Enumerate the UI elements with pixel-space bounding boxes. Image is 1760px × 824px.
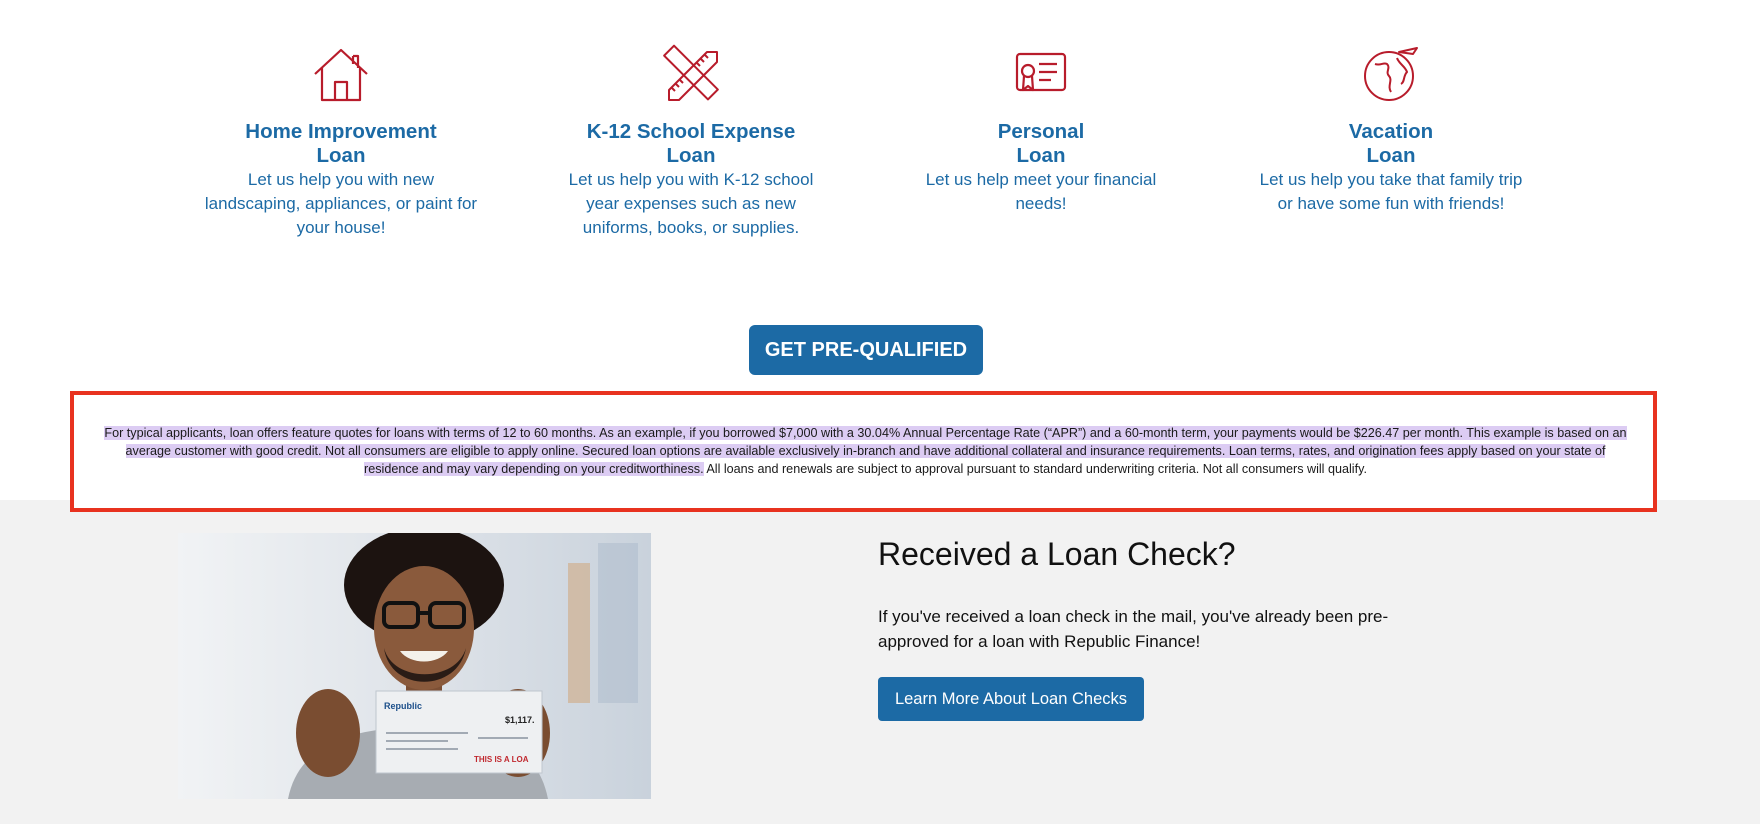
loan-title: Home Improvement Loan (245, 120, 437, 167)
check-amount: $1,117. (505, 715, 535, 725)
loan-description: Let us help you with K-12 school year ex… (568, 170, 814, 237)
loan-title: K-12 School Expense Loan (586, 120, 796, 167)
loan-card-home-improvement[interactable]: Home Improvement Loan Let us help you wi… (191, 44, 491, 240)
loan-check-image: Republic $1,117. THIS IS A LOA (375, 690, 543, 774)
loan-card-vacation[interactable]: Vacation Loan Let us help you take that … (1241, 44, 1541, 216)
pencil-ruler-icon (663, 44, 719, 101)
loan-card-school-expense[interactable]: K-12 School Expense Loan Let us help you… (541, 44, 841, 240)
loan-check-photo: Republic $1,117. THIS IS A LOA (178, 533, 651, 799)
get-pre-qualified-button[interactable]: GET PRE-QUALIFIED (749, 325, 983, 375)
loan-check-title: Received a Loan Check? (878, 536, 1236, 572)
loan-title: Vacation Loan (1348, 120, 1434, 167)
house-icon (314, 48, 368, 102)
learn-more-loan-checks-button[interactable]: Learn More About Loan Checks (878, 677, 1144, 721)
disclaimer-text: For typical applicants, loan offers feat… (104, 424, 1627, 478)
loan-products: Home Improvement Loan Let us help you wi… (0, 0, 1760, 280)
loan-card-personal[interactable]: Personal Loan Let us help meet your fina… (891, 44, 1191, 216)
loan-description: Let us help you take that family trip or… (1259, 170, 1523, 213)
globe-plane-icon (1364, 47, 1418, 101)
disclaimer-box: For typical applicants, loan offers feat… (70, 391, 1657, 512)
check-stamp: THIS IS A LOA (474, 755, 529, 764)
loan-description: Let us help you with new landscaping, ap… (204, 170, 478, 237)
certificate-icon (1015, 52, 1067, 92)
loan-title: Personal Loan (997, 120, 1085, 167)
disclaimer-plain-text: All loans and renewals are subject to ap… (703, 462, 1367, 476)
loan-description: Let us help meet your financial needs! (925, 170, 1157, 213)
loan-check-description: If you've received a loan check in the m… (878, 607, 1389, 651)
check-brand: Republic (384, 701, 422, 711)
man-holding-check-image: Republic $1,117. THIS IS A LOA (178, 533, 651, 799)
